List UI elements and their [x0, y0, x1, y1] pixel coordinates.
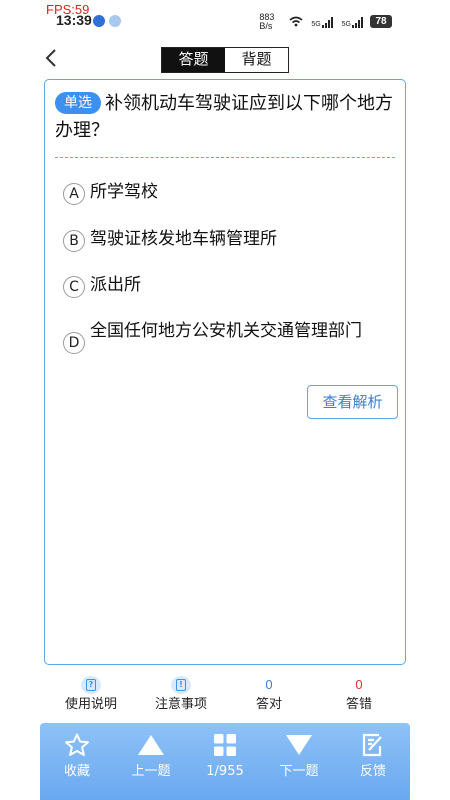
usage-instructions[interactable]: ? 使用说明 [46, 676, 136, 716]
option-text: 派出所 [90, 275, 141, 295]
wrong-number: 0 [355, 677, 363, 692]
wrong-count: 0 答错 [314, 676, 404, 716]
status-indicators: 883 B/s 5G 5G [259, 13, 364, 31]
prev-label: 上一题 [131, 764, 171, 779]
next-label: 下一题 [279, 764, 319, 779]
question-card: 单选 补领机动车驾驶证应到以下哪个地方办理？ A 所学驾校 B 驾驶证核发地车辆管… [44, 79, 406, 665]
notice-doc-icon: ! [171, 676, 191, 694]
option-a[interactable]: A 所学驾校 [63, 181, 393, 205]
option-letter: B [63, 230, 85, 252]
notice-items[interactable]: ! 注意事项 [136, 676, 226, 716]
question-text: 补领机动车驾驶证应到以下哪个地方办理？ [55, 93, 393, 141]
option-text: 全国任何地方公安机关交通管理部门 [90, 321, 362, 341]
signal-1: 5G [311, 16, 333, 28]
option-letter: C [63, 276, 85, 298]
app-notification-icon [93, 15, 105, 27]
help-doc-icon: ? [81, 676, 101, 694]
correct-number: 0 [265, 677, 273, 692]
question-type-badge: 单选 [55, 92, 101, 114]
chevron-left-icon[interactable] [44, 48, 58, 74]
tab-memorize[interactable]: 背题 [225, 48, 288, 72]
favorite-button[interactable]: 收藏 [40, 723, 114, 800]
dashed-divider [55, 157, 395, 158]
progress-label: 1/955 [206, 764, 244, 779]
option-c[interactable]: C 派出所 [63, 274, 393, 298]
signal-2: 5G [342, 16, 364, 28]
star-icon [40, 733, 114, 757]
correct-count: 0 答对 [224, 676, 314, 716]
triangle-up-icon [114, 733, 188, 757]
bottom-nav-bar: 收藏 上一题 1/955 下一题 反馈 [40, 723, 410, 800]
usage-label: 使用说明 [64, 697, 117, 712]
triangle-down-icon [262, 733, 336, 757]
option-text: 所学驾校 [90, 182, 158, 202]
wifi-icon [289, 16, 303, 29]
app-notification-icon-2 [109, 15, 121, 27]
notice-label: 注意事项 [154, 697, 207, 712]
question-grid-button[interactable]: 1/955 [188, 723, 262, 800]
feedback-button[interactable]: 反馈 [336, 723, 410, 800]
mode-tabs: 答题 背题 [161, 47, 289, 73]
option-letter: A [63, 183, 85, 205]
correct-label: 答对 [255, 697, 282, 712]
feedback-label: 反馈 [359, 764, 386, 779]
next-question-button[interactable]: 下一题 [262, 723, 336, 800]
edit-icon [336, 733, 410, 757]
option-d[interactable]: D 全国任何地方公安机关交通管理部门 [63, 320, 393, 354]
net-speed: 883 B/s [259, 12, 275, 31]
prev-question-button[interactable]: 上一题 [114, 723, 188, 800]
option-letter: D [63, 332, 85, 354]
favorite-label: 收藏 [63, 764, 90, 779]
question-text-block: 单选 补领机动车驾驶证应到以下哪个地方办理？ [55, 90, 400, 144]
header: 答题 背题 [0, 44, 450, 74]
info-row: ? 使用说明 ! 注意事项 0 答对 0 答错 [44, 676, 406, 716]
option-text: 驾驶证核发地车辆管理所 [90, 229, 277, 249]
grid-icon [188, 733, 262, 757]
status-bar: 13:39 883 B/s 5G 5G 78 [0, 12, 450, 32]
status-time: 13:39 [56, 12, 92, 28]
tab-answer[interactable]: 答题 [162, 48, 225, 72]
battery-icon: 78 [370, 15, 392, 28]
view-analysis-button[interactable]: 查看解析 [307, 385, 398, 419]
option-b[interactable]: B 驾驶证核发地车辆管理所 [63, 228, 393, 252]
wrong-label: 答错 [345, 697, 372, 712]
